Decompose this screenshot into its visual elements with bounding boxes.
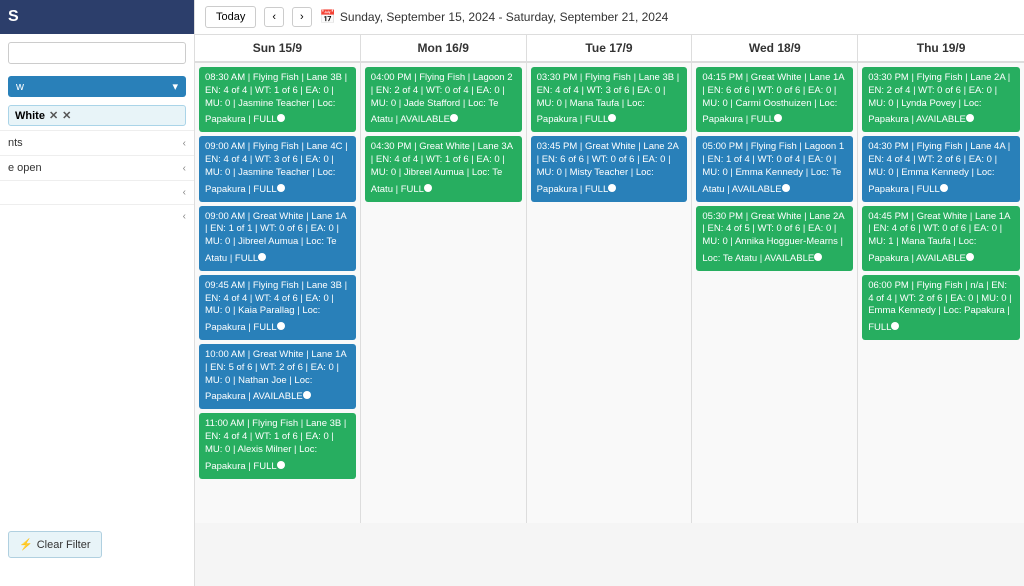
event-card[interactable]: 04:45 PM | Great White | Lane 1A | EN: 4… — [862, 206, 1020, 271]
sidebar-search-area — [0, 34, 194, 72]
dropdown-button[interactable]: w ▾ — [8, 76, 186, 97]
event-card[interactable]: 03:30 PM | Flying Fish | Lane 2A | EN: 2… — [862, 67, 1020, 132]
day-col-thu: 03:30 PM | Flying Fish | Lane 2A | EN: 2… — [858, 63, 1024, 523]
chevron-left-icon-3: ‹ — [183, 187, 186, 198]
event-card[interactable]: 03:30 PM | Flying Fish | Lane 3B | EN: 4… — [531, 67, 688, 132]
event-card[interactable]: 09:00 AM | Flying Fish | Lane 4C | EN: 4… — [199, 136, 356, 201]
chevron-down-icon: ▾ — [172, 80, 178, 93]
event-card[interactable]: 11:00 AM | Flying Fish | Lane 3B | EN: 4… — [199, 413, 356, 478]
filter-tag-close-icon[interactable]: ✕ — [62, 109, 71, 122]
event-card[interactable]: 04:00 PM | Flying Fish | Lagoon 2 | EN: … — [365, 67, 522, 132]
sidebar-item-eopen-label: e open — [8, 162, 42, 174]
prev-button[interactable]: ‹ — [264, 7, 284, 27]
event-card[interactable]: 03:45 PM | Great White | Lane 2A | EN: 6… — [531, 136, 688, 201]
event-card[interactable]: 05:30 PM | Great White | Lane 2A | EN: 4… — [696, 206, 853, 271]
col-header-thu: Thu 19/9 — [858, 35, 1024, 61]
event-dot — [450, 114, 458, 122]
event-dot — [608, 114, 616, 122]
event-dot — [966, 114, 974, 122]
event-dot — [424, 184, 432, 192]
event-card[interactable]: 04:15 PM | Great White | Lane 1A | EN: 6… — [696, 67, 853, 132]
sidebar-title: S — [0, 0, 194, 34]
sidebar-item-4[interactable]: ‹ — [0, 204, 194, 228]
event-dot — [277, 322, 285, 330]
sidebar-item-nts[interactable]: nts ‹ — [0, 130, 194, 155]
event-dot — [303, 391, 311, 399]
dropdown-label: w — [16, 81, 24, 93]
event-dot — [774, 114, 782, 122]
chevron-left-icon-4: ‹ — [183, 211, 186, 222]
day-col-sun: 08:30 AM | Flying Fish | Lane 3B | EN: 4… — [195, 63, 361, 523]
sidebar: S w ▾ White ✕ ✕ nts ‹ e open ‹ ‹ ‹ — [0, 0, 195, 586]
filter-icon: ⚡ — [19, 538, 33, 551]
day-col-mon: 04:00 PM | Flying Fish | Lagoon 2 | EN: … — [361, 63, 527, 523]
filter-tag: White ✕ ✕ — [8, 105, 186, 126]
col-header-mon: Mon 16/9 — [361, 35, 527, 61]
event-card[interactable]: 04:30 PM | Flying Fish | Lane 4A | EN: 4… — [862, 136, 1020, 201]
col-header-wed: Wed 18/9 — [692, 35, 858, 61]
event-dot — [608, 184, 616, 192]
event-card[interactable]: 10:00 AM | Great White | Lane 1A | EN: 5… — [199, 344, 356, 409]
filter-tag-label: White — [15, 110, 45, 122]
day-col-tue: 03:30 PM | Flying Fish | Lane 3B | EN: 4… — [527, 63, 693, 523]
event-dot — [782, 184, 790, 192]
calendar-main: Today ‹ › 📅 Sunday, September 15, 2024 -… — [195, 0, 1024, 586]
event-dot — [277, 184, 285, 192]
event-card[interactable]: 08:30 AM | Flying Fish | Lane 3B | EN: 4… — [199, 67, 356, 132]
event-dot — [277, 114, 285, 122]
chevron-left-icon: ‹ — [183, 138, 186, 149]
event-card[interactable]: 06:00 PM | Flying Fish | n/a | EN: 4 of … — [862, 275, 1020, 340]
today-button[interactable]: Today — [205, 6, 256, 28]
event-dot — [258, 253, 266, 261]
event-dot — [891, 322, 899, 330]
clear-filter-button[interactable]: ⚡ Clear Filter — [8, 531, 102, 558]
sidebar-item-eopen[interactable]: e open ‹ — [0, 155, 194, 180]
event-card[interactable]: 05:00 PM | Flying Fish | Lagoon 1 | EN: … — [696, 136, 853, 201]
event-dot — [966, 253, 974, 261]
col-header-tue: Tue 17/9 — [527, 35, 693, 61]
sidebar-item-nts-label: nts — [8, 137, 23, 149]
search-input[interactable] — [8, 42, 186, 64]
event-card[interactable]: 09:45 AM | Flying Fish | Lane 3B | EN: 4… — [199, 275, 356, 340]
calendar-icon: 📅 — [320, 9, 336, 25]
calendar-title: 📅 Sunday, September 15, 2024 - Saturday,… — [320, 9, 669, 25]
calendar-toolbar: Today ‹ › 📅 Sunday, September 15, 2024 -… — [195, 0, 1024, 35]
event-dot — [814, 253, 822, 261]
sidebar-item-3[interactable]: ‹ — [0, 180, 194, 204]
event-card[interactable]: 04:30 PM | Great White | Lane 3A | EN: 4… — [365, 136, 522, 201]
event-dot — [940, 184, 948, 192]
event-card[interactable]: 09:00 AM | Great White | Lane 1A | EN: 1… — [199, 206, 356, 271]
next-button[interactable]: › — [292, 7, 312, 27]
events-grid: 08:30 AM | Flying Fish | Lane 3B | EN: 4… — [195, 63, 1024, 586]
calendar-date-range: Sunday, September 15, 2024 - Saturday, S… — [340, 10, 668, 24]
event-dot — [277, 461, 285, 469]
clear-filter-label: Clear Filter — [37, 539, 91, 551]
col-header-sun: Sun 15/9 — [195, 35, 361, 61]
chevron-left-icon-2: ‹ — [183, 163, 186, 174]
day-col-wed: 04:15 PM | Great White | Lane 1A | EN: 6… — [692, 63, 858, 523]
filter-tag-remove-icon[interactable]: ✕ — [49, 109, 58, 122]
column-headers: Sun 15/9 Mon 16/9 Tue 17/9 Wed 18/9 Thu … — [195, 35, 1024, 63]
